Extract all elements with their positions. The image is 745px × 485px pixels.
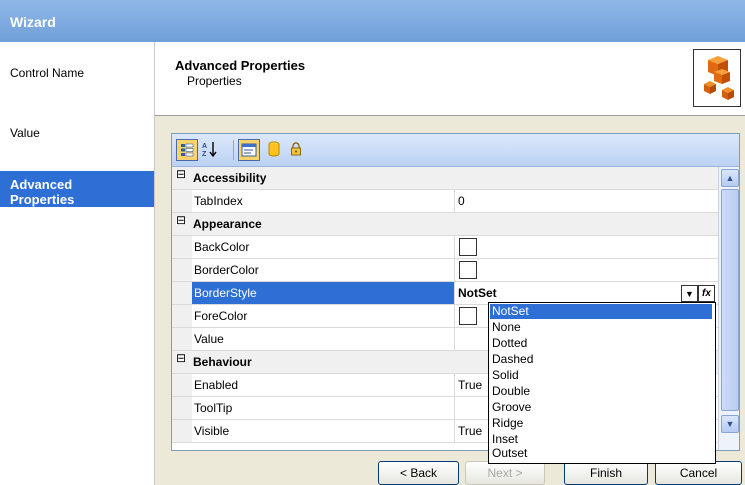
collapse-icon[interactable]: ⊟ <box>176 214 186 226</box>
property-name: ToolTip <box>194 401 233 415</box>
dropdown-option[interactable]: Dotted <box>490 336 712 351</box>
property-name: ForeColor <box>194 309 248 323</box>
column-divider <box>454 236 455 258</box>
wizard-logo-icon <box>693 49 741 107</box>
property-grid-toolbar: A Z <box>172 134 739 167</box>
nav-item-control-name[interactable]: Control Name <box>0 66 154 80</box>
color-swatch[interactable] <box>459 238 477 256</box>
page-header: Advanced Properties Properties <box>155 42 745 116</box>
color-swatch[interactable] <box>459 261 477 279</box>
finish-button[interactable]: Finish <box>564 461 648 485</box>
property-name: TabIndex <box>194 194 243 208</box>
toolbar-separator <box>233 140 234 160</box>
category-label: Accessibility <box>193 171 267 185</box>
events-database-icon[interactable] <box>264 139 284 159</box>
row-margin <box>172 328 192 350</box>
column-divider <box>454 328 455 350</box>
column-divider <box>454 397 455 419</box>
dropdown-option[interactable]: Outset <box>490 446 712 461</box>
property-name: BorderStyle <box>194 286 257 300</box>
scroll-down-icon[interactable]: ▼ <box>721 415 739 433</box>
page-subtitle: Properties <box>187 74 242 88</box>
nav-item-advanced-properties[interactable]: Advanced Properties <box>0 171 154 207</box>
row-margin <box>172 236 192 258</box>
lock-icon[interactable] <box>286 139 306 159</box>
dropdown-option[interactable]: Ridge <box>490 416 712 431</box>
alphabetical-sort-icon[interactable]: A Z <box>200 139 220 159</box>
window-title: Wizard <box>10 14 56 30</box>
dropdown-option[interactable]: Double <box>490 384 712 399</box>
categorized-view-icon[interactable] <box>176 139 198 161</box>
nav-item-value[interactable]: Value <box>0 126 154 140</box>
row-margin <box>172 374 192 396</box>
row-margin <box>172 305 192 327</box>
category-label: Appearance <box>193 217 262 231</box>
scrollbar-thumb[interactable] <box>721 189 739 411</box>
category-accessibility[interactable]: ⊟ Accessibility <box>172 167 718 190</box>
back-button[interactable]: < Back <box>378 461 459 485</box>
wizard-title-bar: Wizard <box>0 0 745 42</box>
page-title: Advanced Properties <box>175 58 306 73</box>
column-divider <box>454 282 455 304</box>
nav-item-advanced-properties-label: Advanced Properties <box>10 177 75 207</box>
color-swatch[interactable] <box>459 307 477 325</box>
property-name: BorderColor <box>194 263 259 277</box>
property-name: BackColor <box>194 240 250 254</box>
column-divider <box>454 259 455 281</box>
collapse-icon[interactable]: ⊟ <box>176 168 186 180</box>
property-row-backcolor[interactable]: BackColor <box>172 236 718 259</box>
dropdown-option[interactable]: Inset <box>490 432 712 447</box>
dropdown-arrow-icon[interactable]: ▼ <box>681 285 698 302</box>
property-row-tabindex[interactable]: TabIndex 0 <box>172 190 718 213</box>
category-appearance[interactable]: ⊟ Appearance <box>172 213 718 236</box>
svg-text:A: A <box>202 143 207 150</box>
dropdown-option[interactable]: None <box>490 320 712 335</box>
next-button[interactable]: Next > <box>465 461 545 485</box>
dropdown-option[interactable]: Solid <box>490 368 712 383</box>
collapse-icon[interactable]: ⊟ <box>176 352 186 364</box>
property-name: Visible <box>194 424 230 438</box>
category-label: Behaviour <box>193 355 252 369</box>
property-name: Enabled <box>194 378 239 392</box>
svg-text:Z: Z <box>202 151 207 158</box>
row-margin <box>172 397 192 419</box>
dropdown-option[interactable]: Dashed <box>490 352 712 367</box>
column-divider <box>454 420 455 442</box>
scroll-up-icon[interactable]: ▲ <box>721 169 739 187</box>
vertical-scrollbar[interactable]: ▲ ▼ <box>718 167 739 450</box>
row-margin <box>172 190 192 212</box>
property-value[interactable]: NotSet <box>458 286 497 300</box>
properties-view-icon[interactable] <box>238 139 260 161</box>
column-divider <box>454 305 455 327</box>
row-margin <box>172 420 192 442</box>
fx-button[interactable]: fx <box>698 285 715 302</box>
property-value[interactable]: True <box>458 378 482 392</box>
property-value[interactable]: 0 <box>458 194 465 208</box>
wizard-nav: Control Name Value Advanced Properties <box>0 42 155 485</box>
property-name: Value <box>194 332 224 346</box>
borderstyle-dropdown-list[interactable]: NotSet None Dotted Dashed Solid Double G… <box>488 302 716 464</box>
property-value[interactable]: True <box>458 424 482 438</box>
dropdown-option[interactable]: NotSet <box>490 304 712 319</box>
row-margin <box>172 282 192 304</box>
column-divider <box>454 374 455 396</box>
row-margin <box>172 259 192 281</box>
property-row-bordercolor[interactable]: BorderColor <box>172 259 718 282</box>
cancel-button[interactable]: Cancel <box>655 461 742 485</box>
dropdown-option[interactable]: Groove <box>490 400 712 415</box>
column-divider <box>454 190 455 212</box>
